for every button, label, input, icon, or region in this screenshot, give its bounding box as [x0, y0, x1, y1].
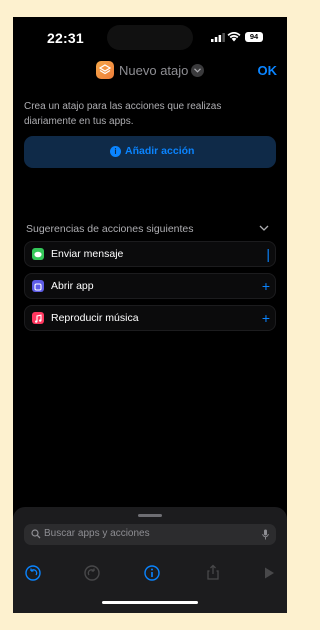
battery-indicator: 94: [245, 32, 263, 42]
home-indicator: [102, 601, 198, 604]
suggestions-header: Sugerencias de acciones siguientes: [26, 223, 194, 235]
messages-icon: [32, 248, 44, 260]
share-icon[interactable]: [203, 563, 223, 583]
add-suggestion-plus-icon[interactable]: +: [262, 309, 270, 327]
dynamic-island: [107, 25, 193, 50]
nav-bar: Nuevo atajo OK: [13, 59, 287, 83]
open-app-icon: [32, 280, 44, 292]
shortcut-title[interactable]: Nuevo atajo: [119, 63, 188, 78]
suggestion-play-music[interactable]: Reproducir música +: [24, 305, 276, 331]
add-action-button[interactable]: i Añadir acción: [24, 136, 276, 168]
info-icon: i: [110, 146, 121, 157]
action-search-sheet: Buscar apps y acciones: [13, 507, 287, 613]
shortcut-description: Crea un atajo para las acciones que real…: [24, 101, 222, 127]
sheet-grabber[interactable]: [138, 514, 162, 517]
microphone-icon[interactable]: [262, 529, 269, 540]
status-time: 22:31: [47, 30, 84, 46]
add-suggestion-plus-icon[interactable]: +: [262, 277, 270, 295]
suggestion-send-message[interactable]: Enviar mensaje |: [24, 241, 276, 267]
editor-toolbar: [13, 563, 287, 587]
suggestion-label: Reproducir música: [51, 312, 139, 324]
redo-icon[interactable]: [82, 563, 102, 583]
music-icon: [32, 312, 44, 324]
add-action-label: Añadir acción: [125, 145, 195, 157]
status-bar: 22:31 94: [13, 17, 287, 57]
layers-icon: [99, 64, 111, 75]
search-icon: [31, 529, 41, 539]
shortcut-icon[interactable]: [96, 61, 114, 79]
info-circle-icon[interactable]: [142, 563, 162, 583]
cellular-signal-icon: [211, 33, 225, 42]
phone-screen: 22:31 94 Nuevo atajo OK Crea un atajo pa…: [13, 17, 287, 613]
play-icon[interactable]: [259, 563, 279, 583]
done-button[interactable]: OK: [258, 63, 278, 78]
suggestion-open-app[interactable]: Abrir app +: [24, 273, 276, 299]
undo-icon[interactable]: [23, 563, 43, 583]
suggestion-label: Enviar mensaje: [51, 248, 124, 260]
wifi-icon: [227, 32, 241, 42]
suggestion-label: Abrir app: [51, 280, 94, 292]
search-input[interactable]: Buscar apps y acciones: [44, 528, 150, 539]
collapse-suggestions-chevron-icon[interactable]: [259, 225, 269, 232]
title-menu-chevron-icon[interactable]: [191, 64, 204, 77]
add-suggestion-plus-icon[interactable]: |: [266, 245, 270, 263]
search-field[interactable]: Buscar apps y acciones: [24, 524, 276, 545]
